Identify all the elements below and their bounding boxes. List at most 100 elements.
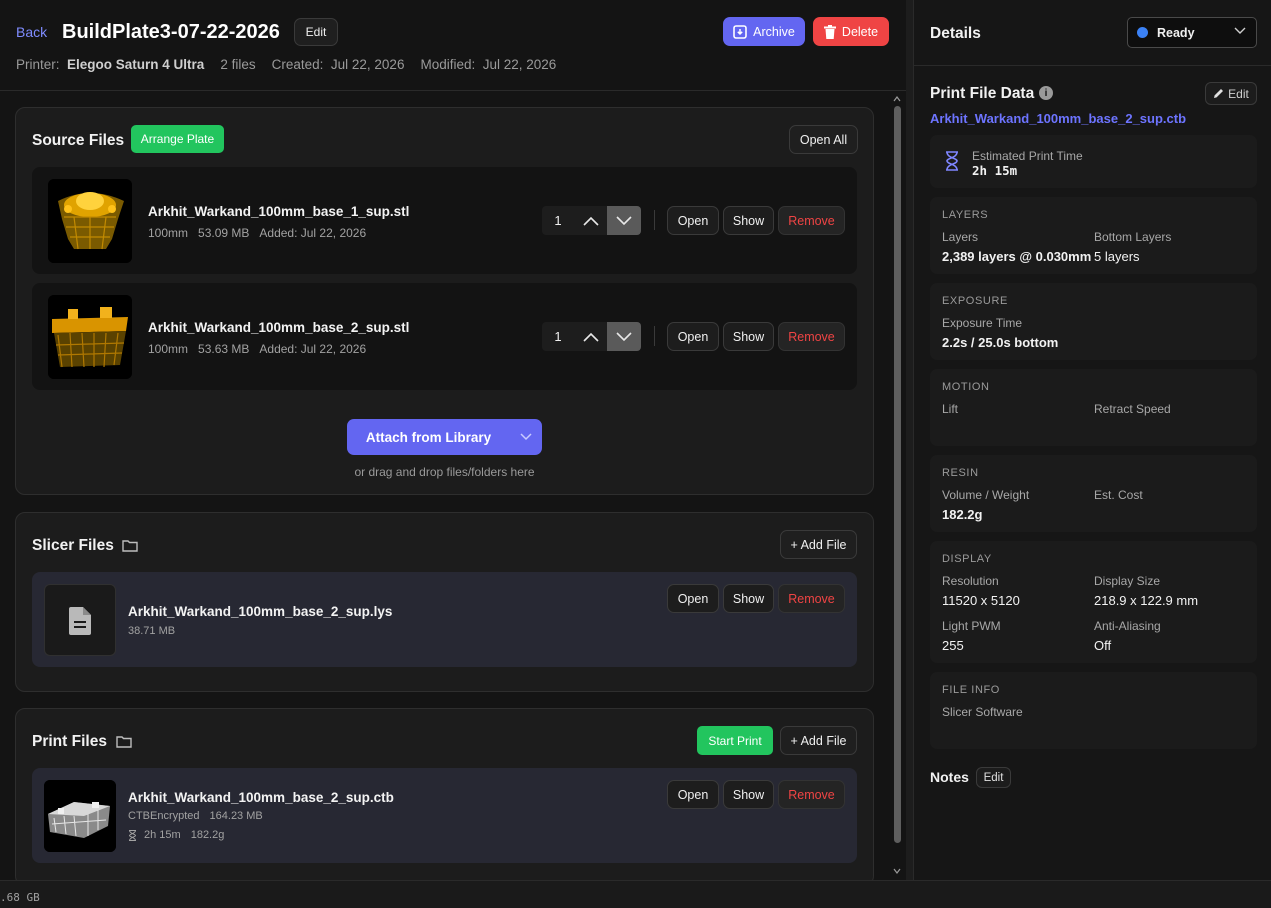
page-title: BuildPlate3-07-22-2026	[62, 21, 280, 43]
quantity-stepper[interactable]: 1	[542, 322, 641, 351]
trash-icon	[823, 24, 836, 39]
edit-title-button[interactable]: Edit	[294, 18, 338, 46]
open-button[interactable]: Open	[667, 584, 719, 613]
est-cost-label: Est. Cost	[1094, 488, 1143, 502]
motion-block: MOTION Lift Retract Speed	[930, 369, 1257, 446]
open-button[interactable]: Open	[667, 322, 719, 351]
display-size-value: 218.9 x 122.9 mm	[1094, 593, 1199, 608]
attach-dropdown-toggle[interactable]	[510, 419, 542, 455]
delete-label: Delete	[841, 24, 879, 39]
page-header: Back BuildPlate3-07-22-2026 Edit Archive…	[0, 0, 906, 91]
edit-print-data-button[interactable]: Edit	[1205, 82, 1257, 105]
remove-button[interactable]: Remove	[778, 206, 845, 235]
slicer-files-card: Slicer Files + Add File Arkhit_Warkand_1…	[15, 512, 874, 692]
model-preview-icon	[48, 295, 132, 379]
show-button[interactable]: Show	[723, 780, 774, 809]
details-panel: Details Ready Print File Data i Edit Ark…	[913, 0, 1271, 880]
quantity-decrease-button[interactable]	[607, 322, 641, 351]
chevron-up-icon	[582, 332, 599, 342]
chevron-up-icon	[582, 216, 599, 226]
quantity-increase-button[interactable]	[574, 322, 607, 351]
slicer-file-row: Arkhit_Warkand_100mm_base_2_sup.lys 38.7…	[32, 572, 857, 667]
bottom-layers-value: 5 layers	[1094, 249, 1140, 264]
file-name: Arkhit_Warkand_100mm_base_1_sup.stl	[148, 204, 410, 219]
bottom-layers-label: Bottom Layers	[1094, 230, 1172, 244]
remove-button[interactable]: Remove	[778, 584, 845, 613]
lift-label: Lift	[942, 402, 959, 416]
file-name: Arkhit_Warkand_100mm_base_2_sup.ctb	[128, 790, 394, 805]
quantity-decrease-button[interactable]	[607, 206, 641, 235]
start-print-button[interactable]: Start Print	[697, 726, 773, 755]
chevron-down-icon	[1234, 27, 1246, 34]
exposure-time-value: 2.2s / 25.0s bottom	[942, 335, 1059, 350]
back-link[interactable]: Back	[16, 24, 47, 40]
main-panel: Back BuildPlate3-07-22-2026 Edit Archive…	[0, 0, 906, 886]
open-button[interactable]: Open	[667, 780, 719, 809]
source-files-card: Source Files Arrange Plate Open All Arkh…	[15, 107, 874, 495]
chevron-down-icon	[616, 331, 632, 341]
quantity-increase-button[interactable]	[574, 206, 607, 235]
info-icon[interactable]: i	[1039, 86, 1053, 100]
pencil-icon	[1214, 89, 1224, 98]
layers-block: LAYERS Layers 2,389 layers @ 0.030mm Bot…	[930, 197, 1257, 274]
status-bar: .68 GB	[0, 880, 1271, 908]
add-print-file-button[interactable]: + Add File	[780, 726, 857, 755]
delete-button[interactable]: Delete	[813, 17, 889, 46]
document-icon	[69, 607, 91, 635]
show-button[interactable]: Show	[723, 206, 774, 235]
slicer-software-label: Slicer Software	[942, 705, 1023, 719]
notes-title: Notes	[930, 769, 969, 785]
printer-meta: Printer: Elegoo Saturn 4 Ultra	[16, 57, 205, 72]
exposure-heading: EXPOSURE	[942, 295, 1008, 307]
file-meta: 100mm 53.63 MB Added: Jul 22, 2026	[148, 342, 367, 356]
quantity-value: 1	[542, 206, 574, 235]
file-name: Arkhit_Warkand_100mm_base_2_sup.stl	[148, 320, 410, 335]
edit-notes-button[interactable]: Edit	[976, 767, 1011, 788]
files-count: 2 files	[220, 57, 256, 72]
hourglass-icon	[946, 151, 958, 171]
divider	[654, 210, 655, 230]
print-files-title: Print Files	[32, 733, 107, 750]
archive-icon	[733, 24, 747, 39]
attach-from-library-button[interactable]: Attach from Library	[347, 419, 542, 455]
add-slicer-file-button[interactable]: + Add File	[780, 530, 857, 559]
scroll-up-icon[interactable]	[893, 96, 901, 102]
print-file-link[interactable]: Arkhit_Warkand_100mm_base_2_sup.ctb	[930, 111, 1186, 126]
remove-button[interactable]: Remove	[778, 322, 845, 351]
scroll-down-icon[interactable]	[893, 868, 901, 874]
print-thumbnail	[44, 780, 116, 852]
details-title: Details	[930, 25, 981, 42]
show-button[interactable]: Show	[723, 584, 774, 613]
resin-block: RESIN Volume / Weight 182.2g Est. Cost	[930, 455, 1257, 532]
file-info-block: FILE INFO Slicer Software	[930, 672, 1257, 749]
quantity-value: 1	[542, 322, 574, 351]
display-heading: DISPLAY	[942, 553, 992, 565]
archive-button[interactable]: Archive	[723, 17, 805, 46]
exposure-time-label: Exposure Time	[942, 316, 1023, 330]
attach-label: Attach from Library	[365, 429, 492, 445]
panel-divider[interactable]	[906, 0, 913, 880]
layers-value: 2,389 layers @ 0.030mm	[942, 249, 1092, 264]
folder-icon[interactable]	[116, 735, 132, 748]
resin-heading: RESIN	[942, 467, 979, 479]
folder-icon[interactable]	[122, 539, 138, 552]
resolution-label: Resolution	[942, 574, 999, 588]
arrange-plate-button[interactable]: Arrange Plate	[131, 125, 224, 153]
hourglass-icon	[128, 829, 137, 841]
source-file-row: Arkhit_Warkand_100mm_base_2_sup.stl 100m…	[32, 283, 857, 390]
print-file-row: Arkhit_Warkand_100mm_base_2_sup.ctb CTBE…	[32, 768, 857, 863]
volume-weight-label: Volume / Weight	[942, 488, 1030, 502]
open-button[interactable]: Open	[667, 206, 719, 235]
created-meta: Created: Jul 22, 2026	[271, 57, 405, 72]
divider	[654, 326, 655, 346]
est-time-value: 2h 15m	[972, 163, 1018, 178]
quantity-stepper[interactable]: 1	[542, 206, 641, 235]
display-size-label: Display Size	[1094, 574, 1161, 588]
print-files-card: Print Files Start Print + Add File Arkhi…	[15, 708, 874, 886]
status-select[interactable]: Ready	[1127, 17, 1257, 48]
open-all-button[interactable]: Open All	[789, 125, 858, 154]
show-button[interactable]: Show	[723, 322, 774, 351]
remove-button[interactable]: Remove	[778, 780, 845, 809]
retract-speed-label: Retract Speed	[1094, 402, 1171, 416]
scrollbar-thumb[interactable]	[894, 106, 901, 843]
